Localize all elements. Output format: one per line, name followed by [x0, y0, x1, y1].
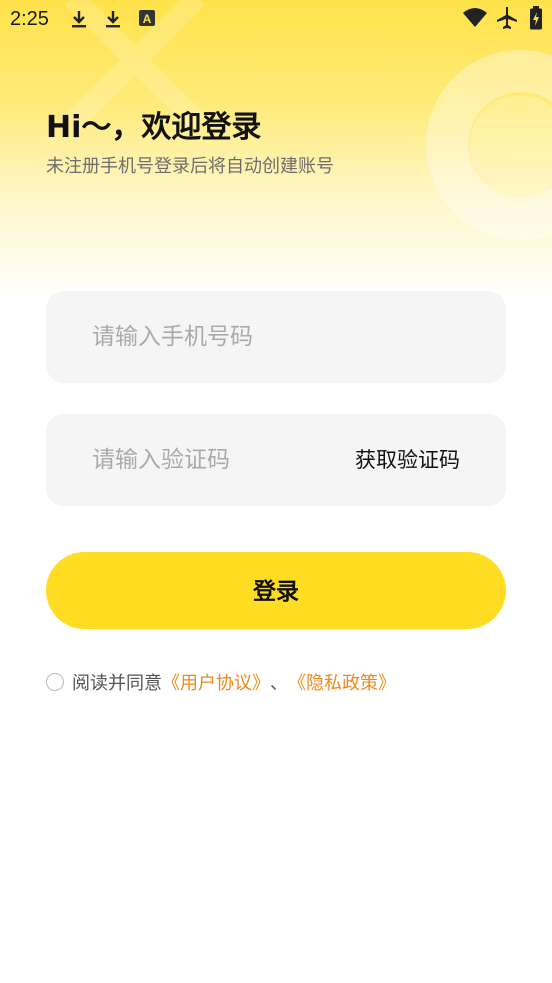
page-subtitle: 未注册手机号登录后将自动创建账号	[46, 156, 334, 177]
download-icon	[102, 8, 124, 34]
phone-input[interactable]	[92, 291, 352, 383]
status-time: 2:25	[10, 8, 49, 30]
verification-code-input[interactable]	[92, 414, 352, 506]
translate-icon: A	[138, 9, 156, 31]
agreement-separator: 、	[270, 673, 288, 694]
header-background	[0, 0, 552, 300]
page-title: Hi～，欢迎登录	[46, 110, 262, 145]
agreement-row: 阅读并同意 《用户协议》 、 《隐私政策》	[46, 668, 396, 696]
login-button[interactable]: 登录	[46, 552, 506, 629]
code-field-container: 获取验证码	[46, 414, 506, 506]
airplane-mode-icon	[496, 6, 518, 34]
phone-field-container	[46, 291, 506, 383]
status-bar: 2:25 A	[0, 0, 552, 38]
user-agreement-link[interactable]: 《用户协议》	[162, 669, 270, 695]
svg-text:A: A	[143, 12, 152, 26]
agreement-prefix: 阅读并同意	[72, 673, 162, 694]
wifi-icon	[462, 7, 488, 33]
privacy-policy-link[interactable]: 《隐私政策》	[288, 669, 396, 695]
battery-icon	[529, 6, 543, 34]
download-icon	[68, 8, 90, 34]
get-code-button[interactable]: 获取验证码	[355, 414, 460, 506]
agreement-checkbox[interactable]	[46, 673, 64, 691]
